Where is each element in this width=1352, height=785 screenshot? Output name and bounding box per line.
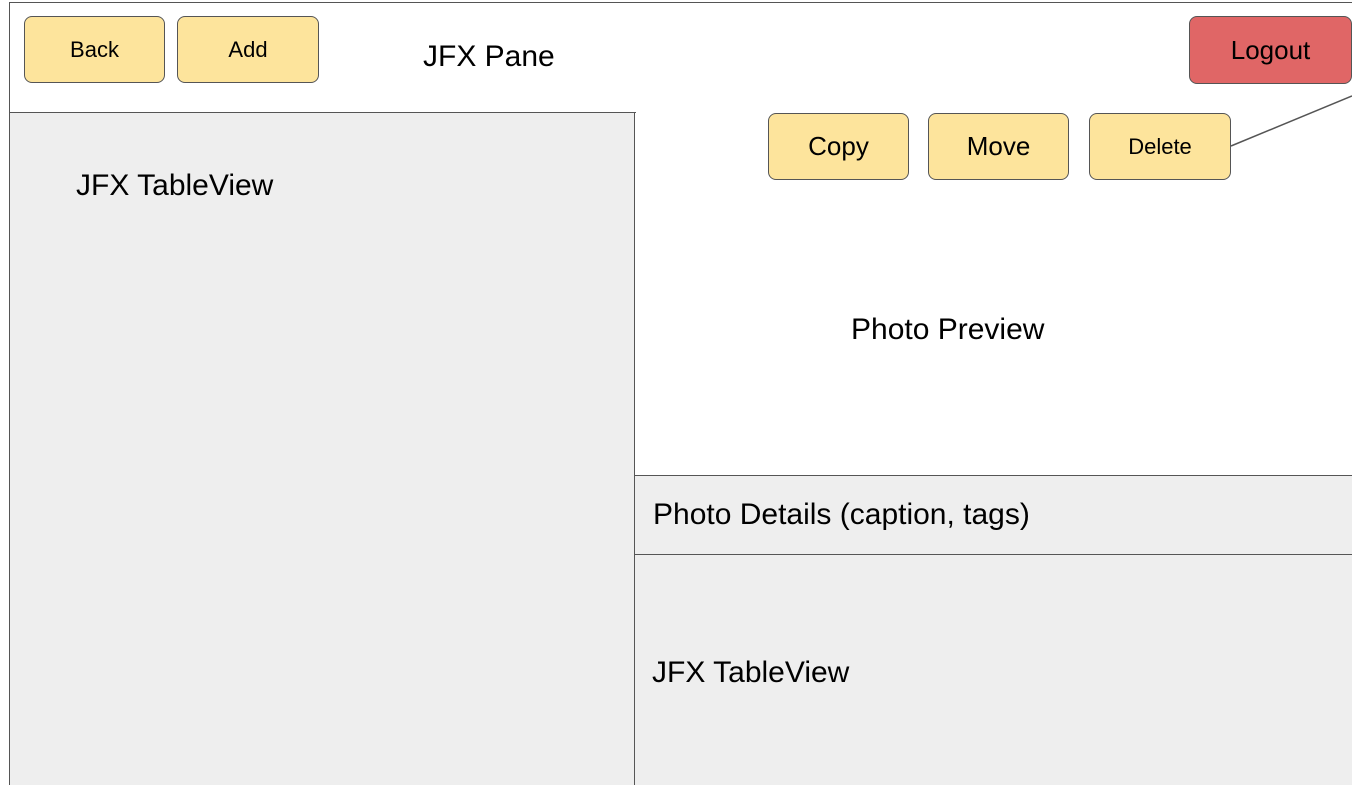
photo-preview-label: Photo Preview (851, 313, 1045, 346)
left-tableview[interactable]: JFX TableView (10, 113, 635, 785)
jfx-pane-label: JFX Pane (423, 40, 555, 73)
bottom-tableview-label: JFX TableView (652, 656, 850, 689)
delete-button[interactable]: Delete (1089, 113, 1231, 180)
add-button[interactable]: Add (177, 16, 319, 83)
copy-button[interactable]: Copy (768, 113, 909, 180)
back-button[interactable]: Back (24, 16, 165, 83)
left-tableview-label: JFX TableView (76, 169, 274, 202)
move-button[interactable]: Move (928, 113, 1069, 180)
photo-details-panel[interactable]: Photo Details (caption, tags) (635, 475, 1352, 555)
photo-details-label: Photo Details (caption, tags) (653, 498, 1030, 531)
logout-button[interactable]: Logout (1189, 16, 1352, 84)
bottom-tableview[interactable]: JFX TableView (635, 555, 1352, 785)
